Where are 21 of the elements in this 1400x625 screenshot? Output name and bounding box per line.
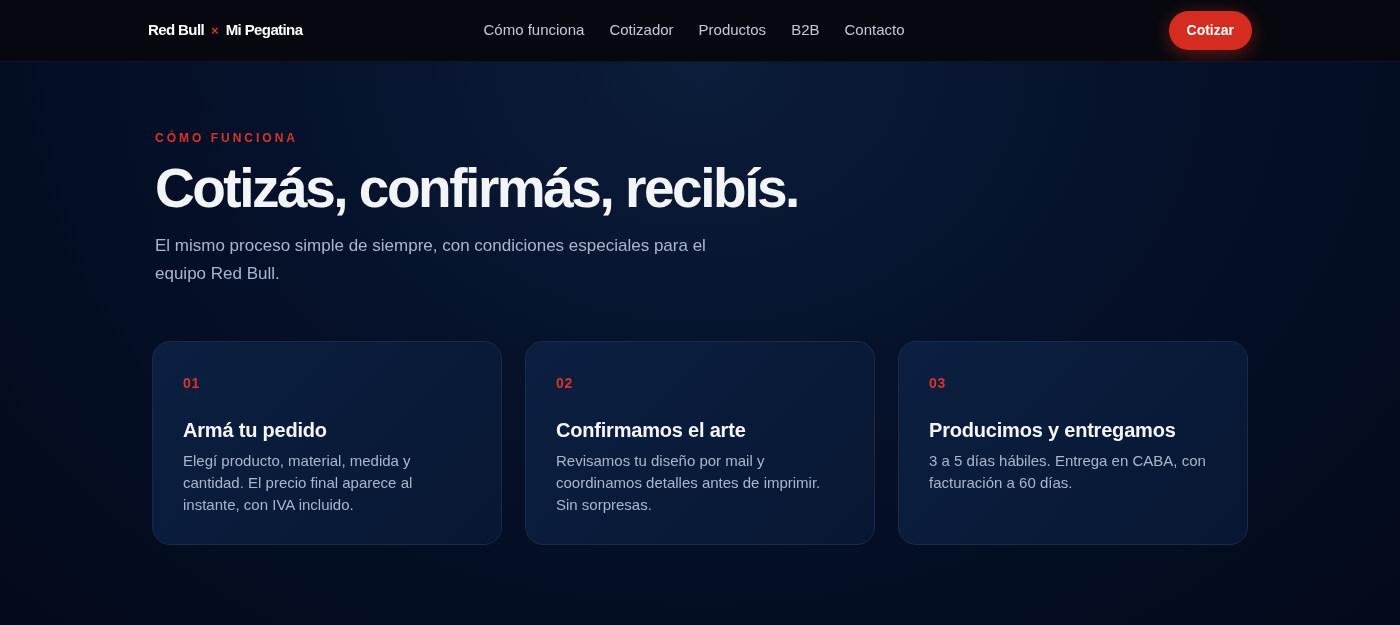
step-number: 03 [929, 375, 946, 391]
step-title: Armá tu pedido [183, 418, 327, 443]
nav-link[interactable]: Productos [698, 19, 767, 42]
step-number: 02 [556, 375, 573, 391]
step-description: 3 a 5 días hábiles. Entrega en CABA, con facturación a 60 días. [929, 451, 1207, 493]
section-eyebrow: CÓMO FUNCIONA [155, 130, 298, 146]
brand-name: Mi Pegatina [225, 20, 303, 41]
nav-link[interactable]: Contacto [844, 19, 905, 42]
step-title: Producimos y entregamos [929, 418, 1176, 443]
nav-link[interactable]: Cotizador [609, 19, 674, 42]
section-subtitle: El mismo proceso simple de siempre, con condiciones especiales para el equipo Red Bull. [155, 235, 707, 285]
step-title: Confirmamos el arte [556, 418, 746, 443]
nav-link[interactable]: Cómo funciona [483, 19, 585, 42]
step-description: Elegí producto, material, medida y cantidad. El precio final aparece al instante, con IVA incluido. [183, 451, 414, 515]
quote-button[interactable]: Cotizar [1168, 11, 1252, 50]
step-description: Revisamos tu diseño por mail y coordinamos detalles antes de imprimir. Sin sorpresas. [556, 451, 822, 515]
brand-separator: × [211, 21, 219, 40]
brand-name: Red Bull [148, 20, 205, 41]
nav-link[interactable]: B2B [791, 19, 820, 42]
step-number: 01 [183, 375, 200, 391]
section-title: Cotizás, confirmás, recibís. [155, 156, 798, 220]
